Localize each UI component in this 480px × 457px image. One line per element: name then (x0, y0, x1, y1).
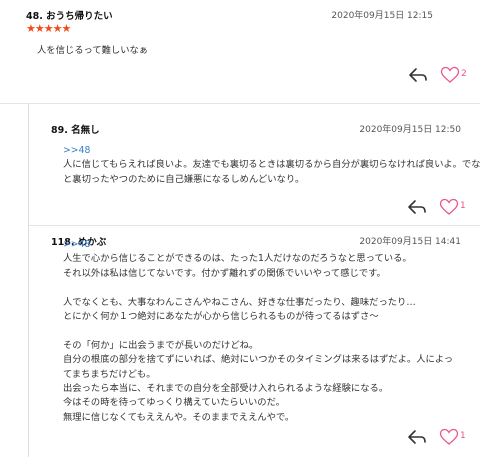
comment-header: 48. おうち帰りたい 2020年09月15日 12:15 (0, 8, 480, 22)
like-count: 2 (461, 69, 467, 79)
reply-thread: 89. 名無し 2020年09月15日 12:50 >>48 人に信じてもらえれ… (28, 104, 480, 457)
comment-line: 人に信じてもらえれば良いよ。友達でも裏切るときは裏切るから自分が裏切らなければ良… (63, 159, 480, 171)
comment-line: 今はその時を待ってゆっくり構えていたらいいのだ。 (63, 397, 285, 409)
reply-button[interactable] (408, 67, 428, 83)
comment-line (63, 324, 458, 338)
comment-line: その「何か」に出会うまでが長いのだけどね。 (63, 339, 259, 351)
comment-118: 118. めかぶ 2020年09月15日 14:41 >>48 人生で心から信じ… (29, 226, 480, 457)
star-rating: ★★★★★ (26, 22, 71, 35)
comment-author: 89. 名無し (51, 125, 100, 136)
comment-author: 48. おうち帰りたい (26, 11, 113, 22)
comment-line: 無理に信じなくてもええんや。そのままでええんやで。 (63, 411, 295, 423)
comment-line: とにかく何か１つ絶対にあなたが心から信じられるものが待ってるはずさ〜 (63, 310, 379, 322)
comment-89: 89. 名無し 2020年09月15日 12:50 >>48 人に信じてもらえれ… (29, 114, 480, 226)
comment-line: 人を信じるって難しいなぁ (37, 45, 149, 56)
comment-line: 人でなくとも、大事なわんこさんやねこさん、好きな仕事だったり、趣味だったり… (63, 296, 416, 308)
comment-body: >>48 人生で心から信じることができるのは、たった1人だけなのだろうなと思って… (63, 238, 458, 425)
comment-header: 89. 名無し 2020年09月15日 12:50 (29, 122, 480, 136)
comment-date: 2020年09月15日 12:15 (331, 11, 433, 21)
reply-button[interactable] (407, 429, 427, 445)
heart-outline-icon (439, 198, 459, 215)
comment-line: それ以外は私は信じてないです。付かず離れずの関係でいいやって感じです。 (63, 267, 386, 279)
comment-48: 48. おうち帰りたい 2020年09月15日 12:15 ★★★★★ 人を信じ… (0, 0, 480, 104)
reply-anchor-link[interactable]: >>48 (63, 144, 480, 158)
comment-line: 人生で心から信じることができるのは、たった1人だけなのだろうなと思っている。 (63, 253, 412, 265)
comment-actions: 1 (407, 428, 469, 448)
reply-arrow-icon (409, 68, 427, 82)
comment-line: 出会ったら本当に、それまでの自分を全部受け入れられるような経験になる。 (63, 382, 389, 394)
like-button[interactable] (439, 428, 459, 446)
comment-body: >>48 人に信じてもらえれば良いよ。友達でも裏切るときは裏切るから自分が裏切ら… (63, 144, 480, 187)
reply-button[interactable] (407, 199, 427, 215)
heart-outline-icon (439, 428, 459, 445)
like-count: 1 (460, 431, 466, 441)
reply-anchor-link[interactable]: >>48 (63, 238, 458, 252)
like-button[interactable] (440, 66, 460, 84)
comment-date: 2020年09月15日 12:50 (359, 125, 461, 135)
comment-actions: 2 (408, 66, 470, 86)
comment-actions: 1 (407, 198, 469, 218)
reply-arrow-icon (408, 200, 426, 214)
heart-outline-icon (440, 66, 460, 83)
reply-arrow-icon (408, 430, 426, 444)
comment-line (63, 281, 458, 295)
comment-line: と裏切ったやつのために自己嫌悪になるしめんどいなり。 (63, 173, 305, 185)
like-button[interactable] (439, 198, 459, 216)
like-count: 1 (460, 201, 466, 211)
comment-body: 人を信じるって難しいなぁ (37, 44, 148, 58)
comment-line: 自分の根底の部分を捨てずにいれば、絶対にいつかそのタイミングは来るはずだよ。人に… (63, 354, 454, 380)
